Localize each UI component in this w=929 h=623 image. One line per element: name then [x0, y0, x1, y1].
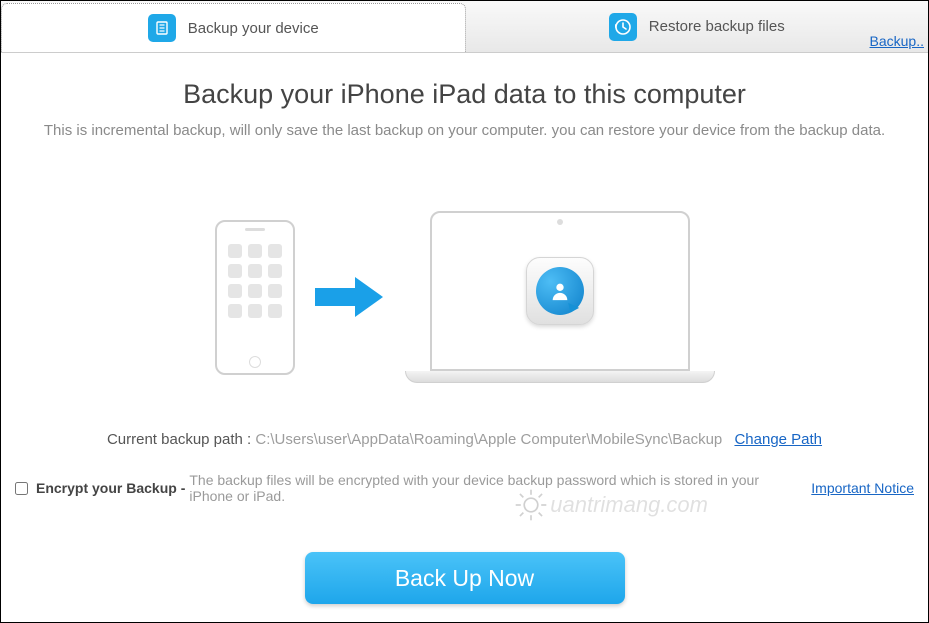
important-notice-link[interactable]: Important Notice: [811, 480, 914, 496]
illustration: [1, 211, 928, 383]
backup-now-button[interactable]: Back Up Now: [305, 552, 625, 604]
restore-clock-icon: [609, 13, 637, 41]
backup-path-label: Current backup path :: [107, 431, 251, 448]
arrow-right-icon: [315, 277, 385, 317]
backup-path-value: C:\Users\user\AppData\Roaming\Apple Comp…: [255, 431, 722, 448]
main-content: Backup your iPhone iPad data to this com…: [1, 53, 928, 604]
tab-restore-files[interactable]: Restore backup files: [466, 1, 929, 52]
backup-path-row: Current backup path : C:\Users\user\AppD…: [1, 431, 928, 448]
tab-backup-label: Backup your device: [188, 20, 319, 37]
page-subtitle: This is incremental backup, will only sa…: [1, 120, 928, 141]
encrypt-label: Encrypt your Backup -: [36, 480, 185, 496]
encrypt-row: Encrypt your Backup - The backup files w…: [1, 472, 928, 504]
page-title: Backup your iPhone iPad data to this com…: [1, 79, 928, 110]
document-icon: [148, 14, 176, 42]
laptop-icon: [405, 211, 715, 383]
phone-icon: [215, 220, 295, 375]
change-path-link[interactable]: Change Path: [734, 431, 822, 448]
encrypt-checkbox[interactable]: [15, 482, 28, 495]
encrypt-description: The backup files will be encrypted with …: [189, 472, 801, 504]
app-logo-icon: [526, 257, 594, 325]
tab-backup-device[interactable]: Backup your device: [1, 3, 466, 52]
tab-restore-label: Restore backup files: [649, 18, 785, 35]
backup-corner-link[interactable]: Backup..: [870, 33, 924, 49]
tab-bar: Backup your device Restore backup files …: [1, 1, 928, 53]
